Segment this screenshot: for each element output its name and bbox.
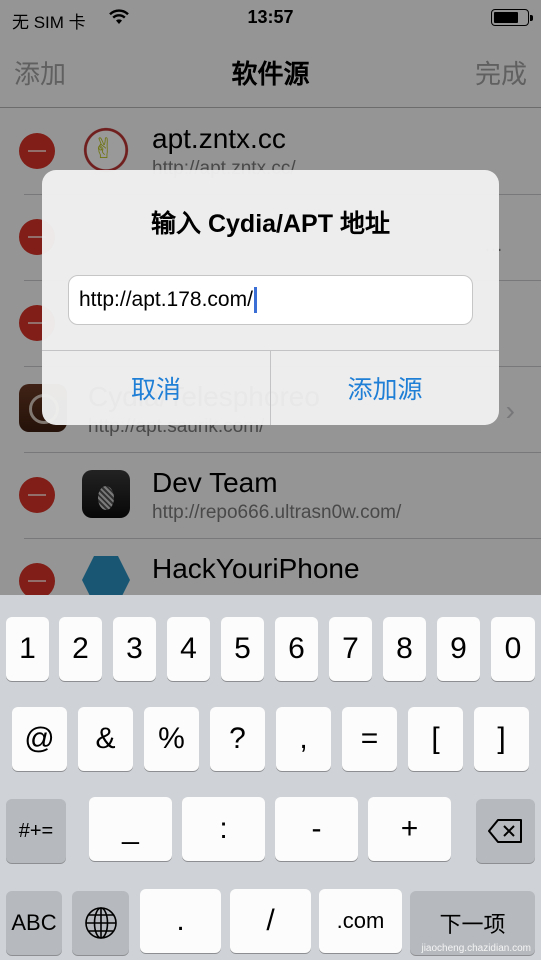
key-underscore[interactable]: _ <box>89 797 172 861</box>
key-comma[interactable]: , <box>276 707 331 771</box>
key-right-bracket[interactable]: ] <box>474 707 529 771</box>
next-key[interactable]: 下一项 <box>410 891 535 955</box>
key-slash[interactable]: / <box>230 889 311 953</box>
key-dotcom[interactable]: .com <box>319 889 402 953</box>
key-8[interactable]: 8 <box>383 617 426 681</box>
dialog-buttons: 取消 添加源 <box>42 350 499 425</box>
key-3[interactable]: 3 <box>113 617 156 681</box>
key-hyphen[interactable]: - <box>275 797 358 861</box>
key-question[interactable]: ? <box>210 707 265 771</box>
key-period[interactable]: . <box>140 889 221 953</box>
key-equals[interactable]: = <box>342 707 397 771</box>
key-5[interactable]: 5 <box>221 617 264 681</box>
key-1[interactable]: 1 <box>6 617 49 681</box>
globe-key[interactable] <box>72 891 129 955</box>
key-0[interactable]: 0 <box>491 617 535 681</box>
key-colon[interactable]: : <box>182 797 265 861</box>
abc-key[interactable]: ABC <box>6 891 62 955</box>
key-ampersand[interactable]: & <box>78 707 133 771</box>
delete-key[interactable] <box>476 799 535 863</box>
key-at[interactable]: @ <box>12 707 67 771</box>
key-2[interactable]: 2 <box>59 617 102 681</box>
text-caret <box>253 287 257 313</box>
keyboard: 1 2 3 4 5 6 7 8 9 0 @ & % ? , = [ ] #+= … <box>0 595 541 960</box>
add-source-button[interactable]: 添加源 <box>270 351 499 425</box>
globe-icon <box>84 907 117 939</box>
add-source-dialog: 输入 Cydia/APT 地址 http://apt.178.com/ 取消 添… <box>42 170 499 425</box>
key-percent[interactable]: % <box>144 707 199 771</box>
key-7[interactable]: 7 <box>329 617 372 681</box>
symbols-toggle-key[interactable]: #+= <box>6 799 66 863</box>
key-left-bracket[interactable]: [ <box>408 707 463 771</box>
source-url-input-value: http://apt.178.com/ <box>79 288 253 311</box>
cancel-button[interactable]: 取消 <box>42 351 270 425</box>
dialog-title: 输入 Cydia/APT 地址 <box>151 210 390 238</box>
key-4[interactable]: 4 <box>167 617 210 681</box>
backspace-icon <box>487 819 522 843</box>
key-9[interactable]: 9 <box>437 617 480 681</box>
key-6[interactable]: 6 <box>275 617 318 681</box>
key-plus[interactable]: + <box>368 797 451 861</box>
source-url-input[interactable]: http://apt.178.com/ <box>68 275 473 325</box>
